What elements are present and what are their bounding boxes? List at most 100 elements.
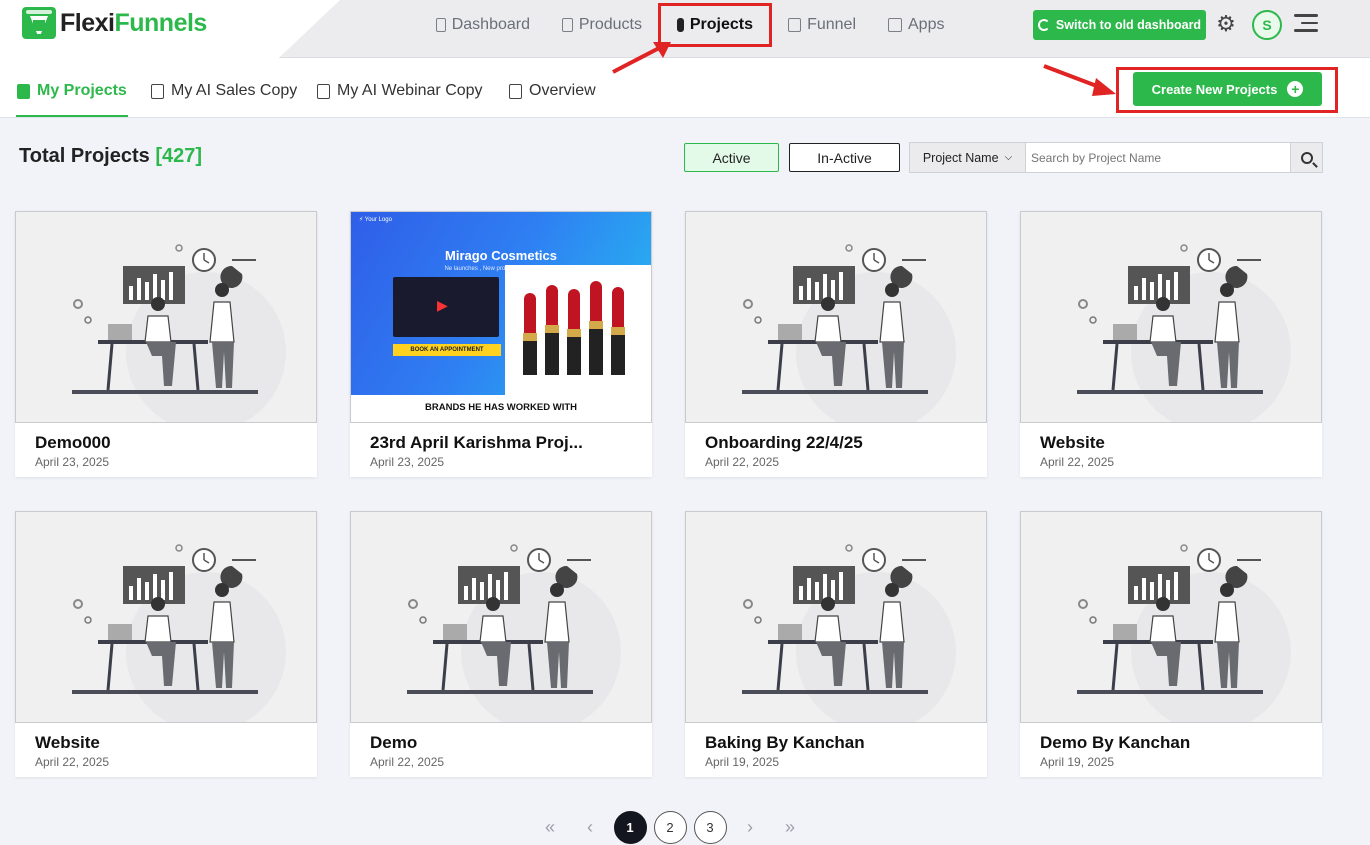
funnel-logo-icon: [22, 7, 56, 39]
switch-old-dashboard-button[interactable]: Switch to old dashboard: [1033, 10, 1206, 40]
nav-products[interactable]: Products: [546, 5, 658, 45]
project-date: April 22, 2025: [370, 755, 445, 769]
box-icon: [562, 18, 573, 32]
project-title[interactable]: 23rd April Karishma Proj...: [370, 433, 583, 453]
nav-apps-label: Apps: [908, 16, 945, 33]
project-thumbnail[interactable]: ⚡ Your Logo Mirago Cosmetics Ne launches…: [350, 211, 652, 423]
brand-logo[interactable]: FlexiFunnels: [22, 7, 207, 39]
refresh-icon: [1037, 19, 1050, 31]
brand-name: FlexiFunnels: [60, 8, 207, 37]
file-icon: [509, 83, 522, 99]
project-date: April 22, 2025: [35, 755, 110, 769]
plus-icon: +: [1287, 81, 1304, 97]
project-title[interactable]: Baking By Kanchan: [705, 733, 865, 753]
project-thumbnail[interactable]: [685, 211, 987, 423]
switch-old-dashboard-label: Switch to old dashboard: [1055, 18, 1202, 32]
thumb-heading: Mirago Cosmetics: [445, 248, 557, 263]
document-icon: [677, 18, 684, 32]
thumb-logo-text: ⚡ Your Logo: [359, 217, 392, 223]
project-illustration: [1077, 244, 1291, 422]
project-thumbnail[interactable]: [350, 511, 652, 723]
gear-icon[interactable]: ⚙: [1215, 13, 1237, 35]
nav-dashboard[interactable]: Dashboard: [420, 5, 546, 45]
project-thumbnail[interactable]: [1020, 211, 1322, 423]
project-title[interactable]: Demo000: [35, 433, 111, 453]
tab-my-projects[interactable]: My Projects: [17, 82, 127, 100]
project-illustration: [72, 544, 286, 722]
nav-apps[interactable]: Apps: [872, 5, 962, 45]
tab-ai-webinar-copy-label: My AI Webinar Copy: [337, 82, 483, 99]
project-date: April 19, 2025: [705, 755, 780, 769]
funnel-icon: [788, 18, 802, 32]
total-projects-count: [427]: [155, 145, 203, 167]
thumb-footer: BRANDS HE HAS WORKED WITH: [351, 395, 651, 422]
first-page-icon[interactable]: «: [530, 817, 570, 838]
project-title[interactable]: Demo By Kanchan: [1040, 733, 1190, 753]
project-illustration: [742, 544, 956, 722]
search-button[interactable]: [1290, 143, 1322, 172]
project-title[interactable]: Website: [35, 733, 100, 753]
project-illustration: [742, 244, 956, 422]
page-button[interactable]: 2: [653, 810, 687, 844]
filter-active-button[interactable]: Active: [684, 143, 779, 172]
avatar[interactable]: S: [1252, 10, 1282, 40]
project-thumbnail[interactable]: [685, 511, 987, 723]
search-input[interactable]: [1026, 143, 1290, 172]
page-button[interactable]: 1: [613, 810, 647, 844]
create-new-projects-label: Create New Projects: [1151, 81, 1278, 97]
project-thumbnail[interactable]: [15, 511, 317, 723]
tab-ai-webinar-copy[interactable]: My AI Webinar Copy: [317, 82, 483, 100]
project-thumbnail[interactable]: [1020, 511, 1322, 723]
video-play-icon: [393, 277, 499, 337]
project-card[interactable]: ⚡ Your Logo Mirago Cosmetics Ne launches…: [350, 211, 652, 477]
tab-ai-sales-copy[interactable]: My AI Sales Copy: [151, 82, 297, 100]
thumb-cta: BOOK AN APPOINTMENT: [393, 344, 501, 356]
project-card[interactable]: Baking By Kanchan April 19, 2025: [685, 511, 987, 777]
page-button[interactable]: 3: [693, 810, 727, 844]
chevron-down-icon: ⌵: [1004, 152, 1013, 163]
main-nav: Dashboard Products Projects Funnel Apps: [420, 0, 962, 50]
project-date: April 19, 2025: [1040, 755, 1115, 769]
project-illustration: [407, 544, 621, 722]
project-thumbnail-cosmetics: ⚡ Your Logo Mirago Cosmetics Ne launches…: [351, 212, 651, 422]
project-date: April 22, 2025: [1040, 455, 1115, 469]
search-field-select[interactable]: Project Name ⌵: [910, 143, 1026, 172]
project-illustration: [72, 244, 286, 422]
nav-products-label: Products: [578, 16, 642, 33]
project-date: April 23, 2025: [35, 455, 110, 469]
filter-inactive-button[interactable]: In-Active: [789, 143, 900, 172]
last-page-icon[interactable]: »: [770, 817, 810, 838]
create-new-projects-button[interactable]: Create New Projects +: [1133, 72, 1322, 106]
top-bar: FlexiFunnels Dashboard Products Projects…: [0, 0, 1370, 58]
project-card[interactable]: Website April 22, 2025: [1020, 211, 1322, 477]
tab-overview[interactable]: Overview: [509, 82, 596, 100]
project-card[interactable]: Demo000 April 23, 2025: [15, 211, 317, 477]
apps-icon: [888, 18, 902, 32]
lipstick-image: [505, 265, 651, 395]
search-field-select-label: Project Name: [922, 150, 999, 165]
tab-overview-label: Overview: [529, 82, 596, 99]
hamburger-menu-icon[interactable]: [1294, 14, 1318, 34]
nav-projects[interactable]: Projects: [658, 3, 772, 47]
active-tab-underline: [16, 115, 128, 117]
nav-funnel[interactable]: Funnel: [772, 5, 872, 45]
document-icon: [17, 83, 30, 99]
total-projects-heading: Total Projects [427]: [19, 145, 202, 168]
project-title[interactable]: Onboarding 22/4/25: [705, 433, 863, 453]
prev-page-icon[interactable]: ‹: [570, 817, 610, 838]
project-card[interactable]: Demo By Kanchan April 19, 2025: [1020, 511, 1322, 777]
project-card[interactable]: Website April 22, 2025: [15, 511, 317, 777]
tab-my-projects-label: My Projects: [37, 82, 127, 99]
grid-icon: [436, 18, 446, 32]
search-icon: [1300, 151, 1313, 164]
project-title[interactable]: Website: [1040, 433, 1105, 453]
nav-dashboard-label: Dashboard: [451, 16, 530, 33]
project-card[interactable]: Onboarding 22/4/25 April 22, 2025: [685, 211, 987, 477]
tab-ai-sales-copy-label: My AI Sales Copy: [171, 82, 298, 99]
search-bar: Project Name ⌵: [909, 142, 1323, 173]
checklist-icon: [151, 83, 164, 99]
project-title[interactable]: Demo: [370, 733, 417, 753]
next-page-icon[interactable]: ›: [730, 817, 770, 838]
project-thumbnail[interactable]: [15, 211, 317, 423]
project-card[interactable]: Demo April 22, 2025: [350, 511, 652, 777]
